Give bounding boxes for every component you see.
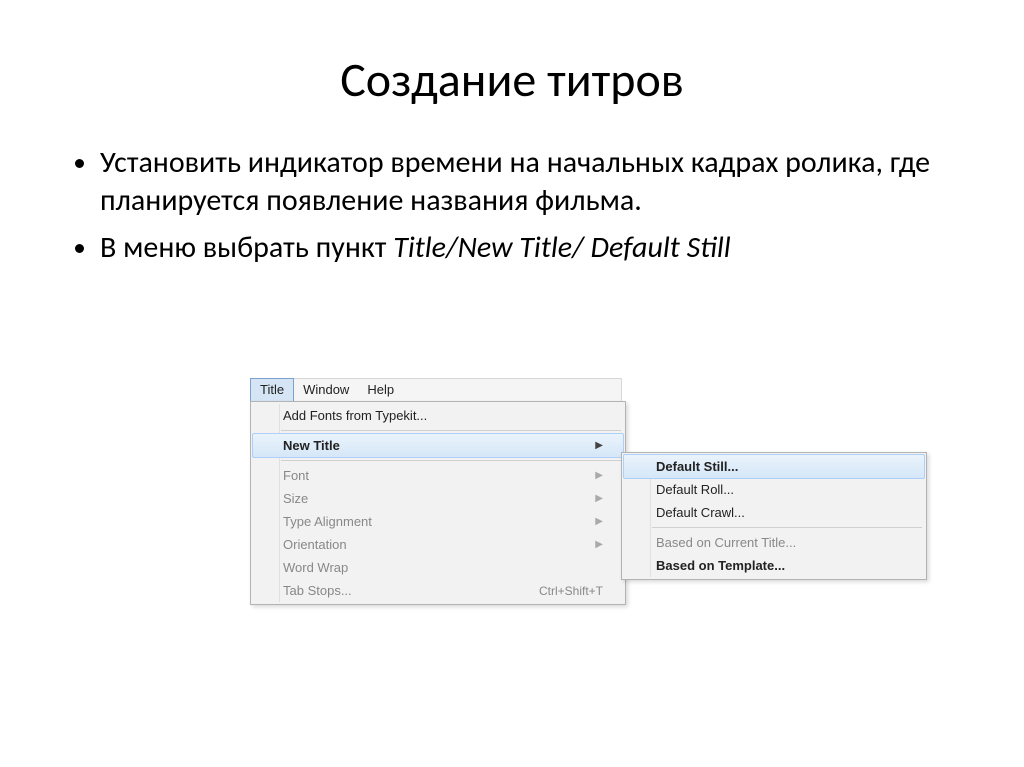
bullet-text: Установить индикатор времени на начальны… xyxy=(100,144,930,219)
menu-item-tab-stops[interactable]: Tab Stops... Ctrl+Shift+T xyxy=(253,579,623,602)
submenu-arrow-icon: ▶ xyxy=(595,440,603,451)
submenu-arrow-icon: ▶ xyxy=(595,516,603,527)
slide-title: Создание титров xyxy=(60,50,964,109)
submenu-item-based-current[interactable]: Based on Current Title... xyxy=(624,531,924,554)
menu-item-new-title[interactable]: New Title ▶ xyxy=(252,433,624,458)
bullet-list: Установить индикатор времени на начальны… xyxy=(60,144,964,267)
submenu-item-default-roll[interactable]: Default Roll... xyxy=(624,478,924,501)
menu-item-label: Default Roll... xyxy=(656,482,734,497)
submenu-arrow-icon: ▶ xyxy=(595,493,603,504)
menu-item-shortcut: Ctrl+Shift+T xyxy=(539,584,603,598)
menu-item-label: Word Wrap xyxy=(283,560,348,575)
bullet-text-italic: Title/New Title/ Default Still xyxy=(393,229,730,266)
menubar: Title Window Help xyxy=(250,378,622,401)
menu-item-label: Orientation xyxy=(283,537,347,552)
menu-item-label: New Title xyxy=(283,438,340,453)
menu-item-label: Based on Template... xyxy=(656,558,785,573)
menu-item-label: Tab Stops... xyxy=(283,583,352,598)
menu-separator xyxy=(281,460,621,461)
bullet-item: Установить индикатор времени на начальны… xyxy=(100,144,964,219)
menubar-item-window[interactable]: Window xyxy=(294,379,358,401)
submenu-arrow-icon: ▶ xyxy=(595,470,603,481)
menu-item-label: Size xyxy=(283,491,308,506)
menu-item-label: Font xyxy=(283,468,309,483)
menu-item-orientation[interactable]: Orientation ▶ xyxy=(253,533,623,556)
menu-item-label: Default Still... xyxy=(656,459,738,474)
submenu-item-default-crawl[interactable]: Default Crawl... xyxy=(624,501,924,524)
menu-item-label: Based on Current Title... xyxy=(656,535,796,550)
title-dropdown: Add Fonts from Typekit... New Title ▶ Fo… xyxy=(250,401,626,605)
bullet-item: В меню выбрать пункт Title/New Title/ De… xyxy=(100,229,964,267)
menu-item-add-fonts[interactable]: Add Fonts from Typekit... xyxy=(253,404,623,427)
menu-separator xyxy=(281,430,621,431)
menubar-item-help[interactable]: Help xyxy=(358,379,403,401)
menu-item-font[interactable]: Font ▶ xyxy=(253,464,623,487)
menu-item-type-alignment[interactable]: Type Alignment ▶ xyxy=(253,510,623,533)
menu-item-size[interactable]: Size ▶ xyxy=(253,487,623,510)
new-title-submenu: Default Still... Default Roll... Default… xyxy=(621,452,927,580)
bullet-text-prefix: В меню выбрать пункт xyxy=(100,229,393,266)
menu-item-label: Add Fonts from Typekit... xyxy=(283,408,427,423)
menu-item-label: Default Crawl... xyxy=(656,505,745,520)
slide: Создание титров Установить индикатор вре… xyxy=(0,0,1024,767)
menubar-item-title[interactable]: Title xyxy=(250,378,294,402)
submenu-item-based-template[interactable]: Based on Template... xyxy=(624,554,924,577)
menu-separator xyxy=(652,527,922,528)
menu-item-word-wrap[interactable]: Word Wrap xyxy=(253,556,623,579)
submenu-arrow-icon: ▶ xyxy=(595,539,603,550)
menu-screenshot: Title Window Help Add Fonts from Typekit… xyxy=(250,378,940,605)
submenu-item-default-still[interactable]: Default Still... xyxy=(623,454,925,479)
menu-item-label: Type Alignment xyxy=(283,514,372,529)
